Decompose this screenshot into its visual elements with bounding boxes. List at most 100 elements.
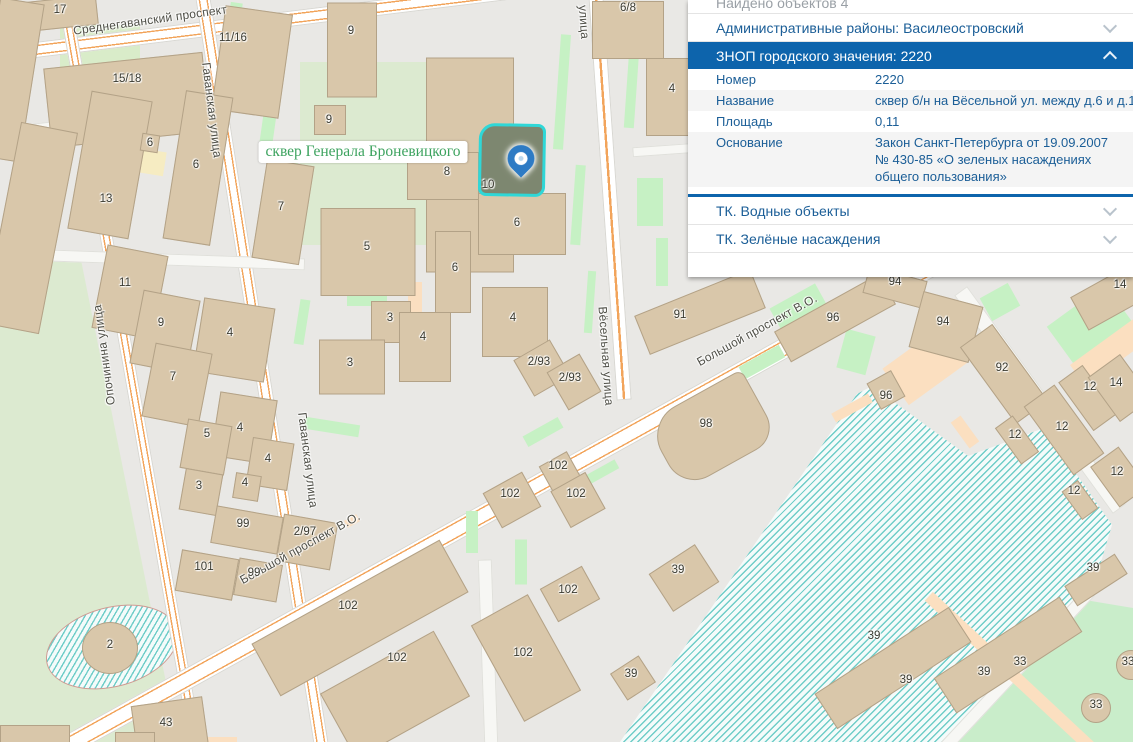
building	[175, 549, 239, 600]
building-label: 13	[100, 193, 113, 205]
section-header-3[interactable]: ТК. Зелёные насаждения	[688, 225, 1133, 253]
section-label: ТК. Водные объекты	[716, 203, 850, 219]
building-label: 99	[248, 567, 261, 579]
results-panel: Найдено объектов 4 Административные райо…	[688, 0, 1133, 277]
place-name-label: сквер Генерала Броневицкого	[259, 141, 468, 163]
detail-row: Номер2220	[688, 69, 1133, 90]
building-label: 102	[338, 600, 357, 612]
section-header-1[interactable]: ЗНОП городского значения: 2220	[688, 42, 1133, 69]
detail-row: Площадь0,11	[688, 111, 1133, 132]
building-label: 39	[978, 666, 991, 678]
detail-value: 2220	[875, 71, 1125, 88]
building-label: 91	[674, 309, 687, 321]
building-label: 12	[1084, 381, 1097, 393]
building-label: 6	[514, 217, 520, 229]
building-label: 2/93	[528, 356, 550, 368]
building-label: 17	[54, 4, 67, 16]
green-area	[584, 271, 596, 333]
accordion-sections: Административные районы: Василеостровски…	[688, 14, 1133, 253]
building-label: 3	[387, 312, 393, 324]
section-label: ТК. Зелёные насаждения	[716, 231, 880, 247]
building-label: 4	[237, 422, 243, 434]
building-label: 12	[1068, 485, 1081, 497]
building-label: 33	[1122, 656, 1133, 668]
chevron-down-icon	[1103, 201, 1117, 215]
building-label: 96	[827, 312, 840, 324]
building-label: 94	[937, 316, 950, 328]
detail-row: ОснованиеЗакон Санкт-Петербурга от 19.09…	[688, 132, 1133, 187]
building-label: 4	[227, 327, 233, 339]
building-label: 4	[669, 83, 675, 95]
building	[646, 58, 690, 136]
building	[478, 193, 566, 255]
building-label: 5	[204, 428, 210, 440]
found-objects-row: Найдено объектов 4	[688, 0, 1133, 14]
building	[649, 544, 720, 612]
building	[141, 343, 212, 428]
building-label: 6	[193, 159, 199, 171]
detail-row: Названиесквер б/н на Вёсельной ул. между…	[688, 90, 1133, 111]
green-area	[515, 540, 527, 585]
building-label: 11/16	[219, 32, 247, 44]
building	[210, 505, 284, 554]
building-label: 102	[387, 652, 406, 664]
building	[399, 312, 451, 382]
building-label: 4	[242, 477, 248, 489]
building-label: 99	[237, 518, 250, 530]
building-label: 6/8	[620, 2, 636, 14]
building-label: 4	[265, 453, 271, 465]
building-label: 14	[1114, 279, 1127, 291]
path-area	[951, 416, 980, 449]
building-label: 12	[1009, 429, 1022, 441]
building-label: 2	[107, 639, 113, 651]
building-label: 102	[548, 460, 567, 472]
building-label: 102	[558, 584, 577, 596]
building-label: 2/93	[559, 372, 581, 384]
green-area	[294, 299, 311, 345]
building-label: 39	[900, 674, 913, 686]
section-label: ЗНОП городского значения: 2220	[716, 48, 932, 64]
building-label: 7	[278, 201, 284, 213]
green-area	[656, 238, 668, 286]
building-label: 6	[452, 262, 458, 274]
building-label: 14	[1110, 377, 1123, 389]
building-label: 33	[1090, 699, 1103, 711]
green-area	[523, 417, 564, 447]
building-label: 96	[880, 390, 893, 402]
green-area	[466, 511, 478, 553]
path-area	[207, 737, 237, 742]
detail-key: Площадь	[716, 113, 875, 130]
building-label: 3	[196, 480, 202, 492]
building-label: 15/18	[113, 73, 142, 85]
building-label: 94	[889, 276, 902, 288]
building	[115, 732, 155, 742]
detail-key: Номер	[716, 71, 875, 88]
building-label: 9	[348, 25, 354, 37]
building-label: 9	[326, 114, 332, 126]
found-objects-text: Найдено объектов 4	[688, 0, 1133, 13]
building	[327, 3, 377, 98]
section-header-2[interactable]: ТК. Водные объекты	[688, 197, 1133, 225]
green-area	[553, 34, 571, 149]
building-label: 4	[510, 312, 516, 324]
chevron-down-icon	[1103, 229, 1117, 243]
building-label: 12	[1111, 466, 1124, 478]
building-label: 98	[700, 418, 713, 430]
section-header-0[interactable]: Административные районы: Василеостровски…	[688, 14, 1133, 42]
building-label: 8	[444, 166, 450, 178]
building-label: 39	[868, 630, 881, 642]
building-label: 102	[500, 488, 519, 500]
building-label: 10	[482, 179, 495, 191]
green-area	[304, 417, 360, 437]
building-label: 12	[1056, 421, 1069, 433]
green-area	[570, 165, 586, 246]
building-label: 7	[170, 371, 176, 383]
section-label: Административные районы: Василеостровски…	[716, 20, 1024, 36]
building-label: 5	[364, 241, 370, 253]
building-label: 4	[420, 331, 426, 343]
building-label: 39	[672, 564, 685, 576]
building-label: 6	[147, 137, 153, 149]
green-area	[836, 329, 875, 375]
building	[0, 725, 70, 742]
building	[645, 369, 779, 491]
